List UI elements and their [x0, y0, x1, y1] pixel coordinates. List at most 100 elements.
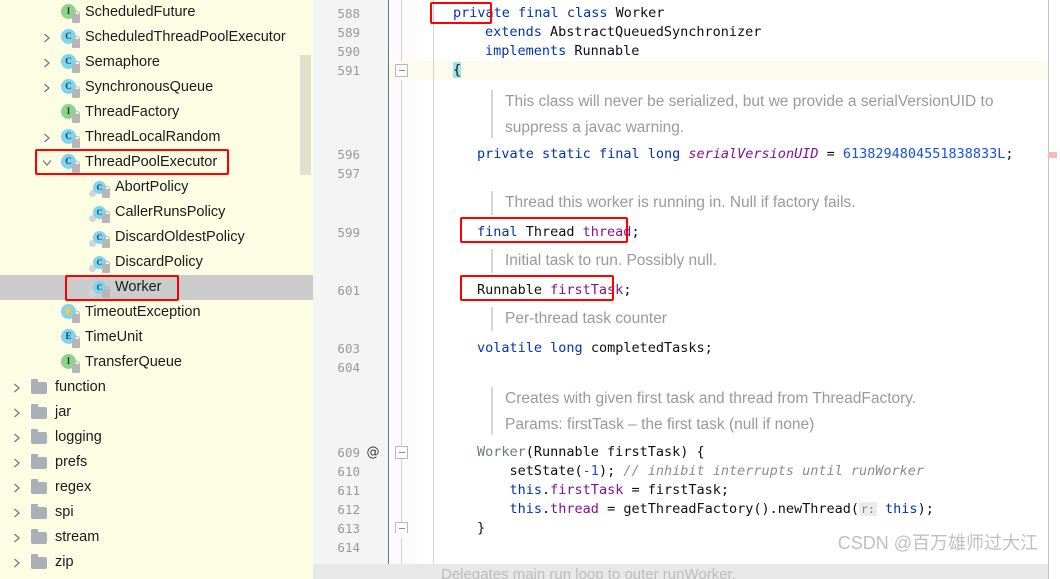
- code-line[interactable]: setState(-1); // inhibit interrupts unti…: [477, 462, 925, 481]
- tree-item-threadlocalrandom[interactable]: C ThreadLocalRandom: [0, 125, 313, 150]
- error-marker[interactable]: [1048, 152, 1057, 158]
- class-icon: C: [60, 153, 80, 173]
- chevron-right-icon[interactable]: [9, 375, 24, 400]
- folder-icon: [30, 528, 50, 548]
- fold-marker-constructor[interactable]: [395, 446, 408, 459]
- tree-item-discardoldestpolicy[interactable]: C DiscardOldestPolicy: [0, 225, 313, 250]
- code-content[interactable]: private final class Worker extends Abstra…: [417, 0, 1060, 579]
- tree-item-label: zip: [55, 553, 74, 570]
- tree-item-semaphore[interactable]: C Semaphore: [0, 50, 313, 75]
- tree-item-label: AbortPolicy: [115, 178, 189, 195]
- chevron-right-icon[interactable]: [9, 400, 24, 425]
- tree-item-regex[interactable]: regex: [0, 475, 313, 500]
- chevron-right-icon[interactable]: [9, 475, 24, 500]
- project-tree-list[interactable]: I ScheduledFuture C ScheduledThreadPoolExec…: [0, 0, 313, 575]
- code-line[interactable]: this.firstTask = firstTask;: [477, 481, 729, 500]
- tree-item-jar[interactable]: jar: [0, 400, 313, 425]
- tree-item-timeunit[interactable]: E TimeUnit: [0, 325, 313, 350]
- chevron-right-icon[interactable]: [39, 50, 54, 75]
- tree-item-label: DiscardPolicy: [115, 253, 203, 270]
- code-line[interactable]: {: [453, 61, 462, 80]
- class-icon: C: [60, 53, 80, 73]
- tree-item-zip[interactable]: zip: [0, 550, 313, 575]
- tree-item-abortpolicy[interactable]: C AbortPolicy: [0, 175, 313, 200]
- line-number: 591: [337, 63, 360, 78]
- tree-item-prefs[interactable]: prefs: [0, 450, 313, 475]
- tree-item-stream[interactable]: stream: [0, 525, 313, 550]
- chevron-right-icon[interactable]: [9, 500, 24, 525]
- line-number: 613: [337, 521, 360, 536]
- line-number-gutter[interactable]: 588 589 590 591 596 597 599 601 603 604 609 @610 611…: [313, 0, 388, 579]
- folder-icon: [30, 403, 50, 423]
- code-line[interactable]: volatile long completedTasks;: [477, 339, 713, 358]
- interface-icon: I: [60, 3, 80, 23]
- tree-item-threadpoolexecutor[interactable]: C ThreadPoolExecutor: [0, 150, 313, 175]
- fold-marker-constructor-end[interactable]: [395, 522, 408, 538]
- tree-item-worker[interactable]: C Worker: [0, 275, 313, 300]
- tree-item-transferqueue[interactable]: I TransferQueue: [0, 350, 313, 375]
- tree-item-synchronousqueue[interactable]: C SynchronousQueue: [0, 75, 313, 100]
- code-line[interactable]: }: [477, 519, 485, 538]
- sidebar-scrollbar-track[interactable]: [300, 0, 312, 579]
- enum-icon: E: [60, 328, 80, 348]
- code-line[interactable]: private final class Worker: [453, 4, 664, 23]
- tree-item-label: Semaphore: [85, 53, 160, 70]
- javadoc-quote-bar: [491, 191, 493, 215]
- code-line[interactable]: Runnable firstTask;: [477, 281, 631, 300]
- code-line[interactable]: final Thread thread;: [477, 223, 640, 242]
- folder-icon: [30, 478, 50, 498]
- tree-item-discardpolicy[interactable]: C DiscardPolicy: [0, 250, 313, 275]
- chevron-right-icon[interactable]: [39, 125, 54, 150]
- javadoc-text: Initial task to run. Possibly null.: [505, 252, 717, 269]
- class-icon: C: [60, 78, 80, 98]
- tree-item-label: DiscardOldestPolicy: [115, 228, 245, 245]
- folder-icon: [30, 378, 50, 398]
- javadoc-text: Thread this worker is running in. Null i…: [505, 194, 856, 211]
- tree-item-label: TimeoutException: [85, 303, 201, 320]
- tree-item-label: jar: [55, 403, 72, 420]
- line-number: 589: [337, 25, 360, 40]
- code-line[interactable]: private static final long serialVersionU…: [477, 145, 1014, 164]
- fold-marker-open-brace[interactable]: [395, 64, 408, 77]
- inner-class-icon: C: [89, 228, 110, 248]
- chevron-right-icon[interactable]: [39, 75, 54, 100]
- tree-item-function[interactable]: function: [0, 375, 313, 400]
- inner-class-icon: C: [89, 203, 110, 223]
- code-editor[interactable]: 588 589 590 591 596 597 599 601 603 604 609 @610 611…: [313, 0, 1060, 579]
- code-folding-column[interactable]: [389, 0, 417, 579]
- tree-item-label: ScheduledFuture: [85, 3, 196, 20]
- bottom-partial-line: Delegates main run loop to outer runWork…: [313, 564, 1048, 579]
- tree-item-scheduledfuture[interactable]: I ScheduledFuture: [0, 0, 313, 25]
- tree-item-logging[interactable]: logging: [0, 425, 313, 450]
- code-line[interactable]: Worker(Runnable firstTask) {: [477, 443, 705, 462]
- tree-item-spi[interactable]: spi: [0, 500, 313, 525]
- line-number: 603: [337, 341, 360, 356]
- sidebar-scrollbar-thumb[interactable]: [300, 55, 311, 175]
- chevron-right-icon[interactable]: [9, 525, 24, 550]
- project-tree-panel[interactable]: I ScheduledFuture C ScheduledThreadPoolExec…: [0, 0, 313, 579]
- tree-item-scheduledthreadpoolexecutor[interactable]: C ScheduledThreadPoolExecutor: [0, 25, 313, 50]
- folder-icon: [30, 503, 50, 523]
- error-marker-gutter[interactable]: [1048, 0, 1060, 579]
- tree-item-label: function: [55, 378, 106, 395]
- class-icon: C: [60, 28, 80, 48]
- code-line[interactable]: implements Runnable: [485, 42, 639, 61]
- tree-item-callerrunspolicy[interactable]: C CallerRunsPolicy: [0, 200, 313, 225]
- chevron-right-icon[interactable]: [39, 25, 54, 50]
- tree-item-timeoutexception[interactable]: ⚡ TimeoutException: [0, 300, 313, 325]
- code-line[interactable]: extends AbstractQueuedSynchronizer: [485, 23, 761, 42]
- code-line[interactable]: this.thread = getThreadFactory().newThre…: [477, 500, 934, 519]
- tree-item-threadfactory[interactable]: I ThreadFactory: [0, 100, 313, 125]
- annotation-gutter-icon[interactable]: @: [365, 443, 381, 462]
- line-number: 614: [337, 540, 360, 555]
- chevron-right-icon[interactable]: [9, 450, 24, 475]
- chevron-right-icon[interactable]: [9, 550, 24, 575]
- chevron-right-icon[interactable]: [9, 425, 24, 450]
- javadoc-text: Creates with given first task and thread…: [505, 390, 917, 407]
- tree-item-label: stream: [55, 528, 100, 545]
- chevron-down-icon[interactable]: [39, 150, 54, 175]
